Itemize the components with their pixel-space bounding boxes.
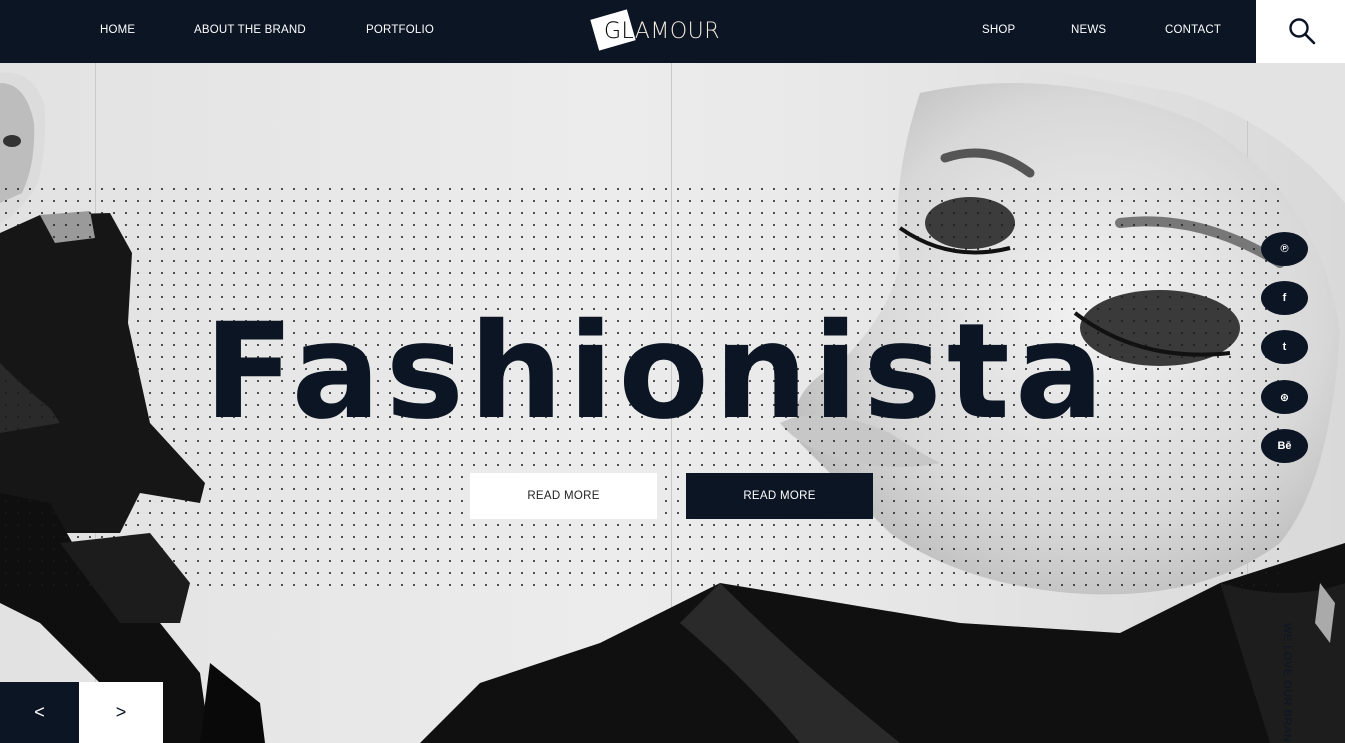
hero-slider: Fashionista READ MORE READ MORE ℗ f t ⊛ … [0, 63, 1345, 743]
logo-text: GLAMOUR [604, 19, 721, 44]
nav-home-link[interactable]: HOME [100, 24, 135, 36]
behance-icon[interactable]: Bē [1261, 429, 1308, 463]
search-button[interactable] [1256, 0, 1345, 63]
nav-portfolio-link[interactable]: PORTFOLIO [366, 24, 434, 36]
chevron-right-icon: > [115, 702, 127, 722]
facebook-icon[interactable]: f [1261, 281, 1308, 315]
nav-news-link[interactable]: NEWS [1071, 24, 1106, 36]
brand-tagline: WE LOVE OUR BRAND [1281, 623, 1293, 743]
nav-shop-link[interactable]: SHOP [982, 24, 1015, 36]
twitter-icon[interactable]: t [1261, 330, 1308, 364]
read-more-button-dark[interactable]: READ MORE [686, 473, 873, 519]
glamour-logo[interactable]: GLAMOUR [590, 8, 760, 56]
top-nav-bar: HOME ABOUT THE BRAND PORTFOLIO GLAMOUR S… [0, 0, 1256, 63]
chevron-left-icon: < [34, 702, 45, 722]
pinterest-icon[interactable]: ℗ [1261, 232, 1308, 266]
dribbble-icon[interactable]: ⊛ [1261, 380, 1308, 414]
slider-prev-button[interactable]: < [0, 682, 79, 743]
hero-headline: Fashionista [204, 295, 1109, 449]
read-more-button-light[interactable]: READ MORE [470, 473, 657, 519]
nav-about-brand-link[interactable]: ABOUT THE BRAND [194, 24, 306, 36]
nav-contact-link[interactable]: CONTACT [1165, 24, 1221, 36]
search-icon [1289, 18, 1316, 45]
slider-next-button[interactable]: > [79, 682, 163, 743]
